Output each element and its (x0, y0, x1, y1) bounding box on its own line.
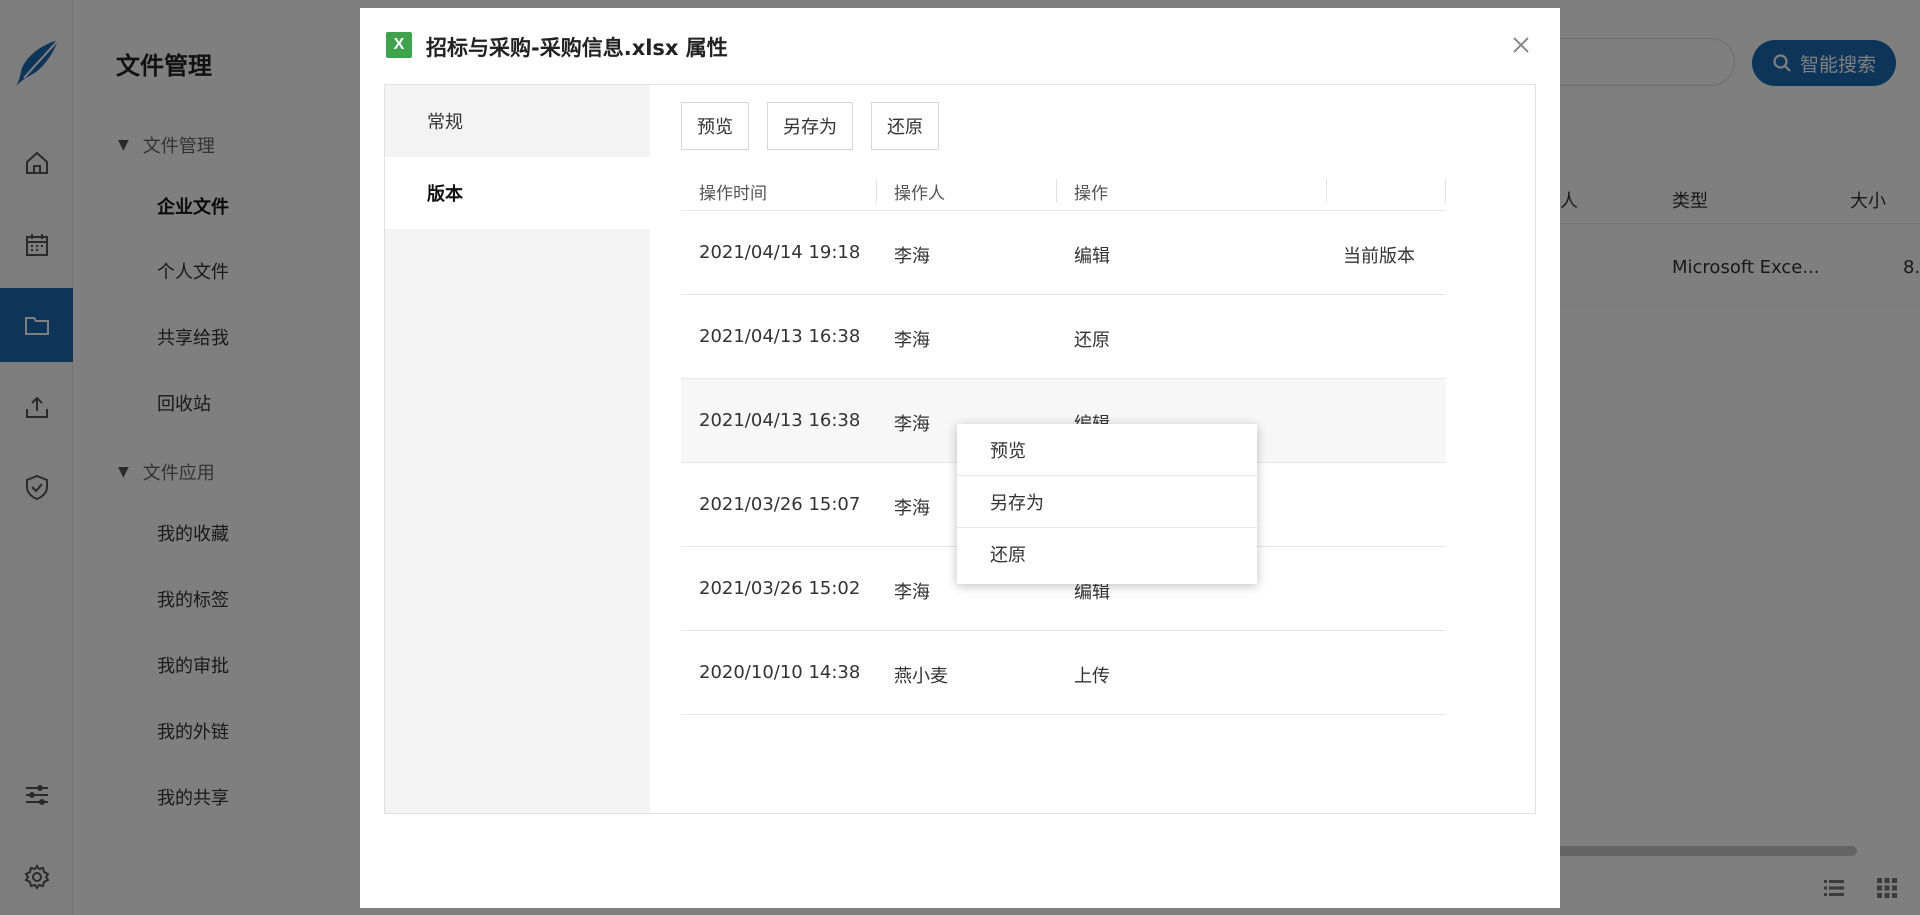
version-user: 李海 (894, 246, 930, 267)
version-time: 2021/04/13 16:38 (699, 326, 861, 347)
table-row[interactable]: 2021/04/14 19:18 李海 编辑 当前版本 (681, 211, 1446, 295)
preview-button[interactable]: 预览 (681, 102, 749, 150)
row-context-menu: 预览 另存为 还原 (957, 424, 1257, 584)
current-version-badge: 当前版本 (1343, 246, 1415, 267)
save-as-button[interactable]: 另存为 (767, 102, 853, 150)
excel-file-icon: X (386, 32, 412, 58)
version-toolbar: 预览 另存为 还原 (681, 102, 939, 150)
version-user: 李海 (894, 414, 930, 435)
context-menu-preview[interactable]: 预览 (957, 424, 1257, 476)
restore-button[interactable]: 还原 (871, 102, 939, 150)
context-menu-restore[interactable]: 还原 (957, 528, 1257, 580)
version-action: 还原 (1074, 330, 1110, 351)
dialog-title: 招标与采购-采购信息.xlsx 属性 (426, 36, 728, 60)
version-time: 2021/04/14 19:18 (699, 242, 861, 263)
version-action: 编辑 (1074, 246, 1110, 267)
column-divider[interactable] (1326, 179, 1327, 203)
column-divider[interactable] (1056, 179, 1057, 203)
tab-general[interactable]: 常规 (385, 85, 650, 157)
column-header-operator: 操作人 (894, 184, 945, 204)
close-button[interactable] (1506, 30, 1536, 60)
close-icon (1513, 37, 1529, 53)
column-divider[interactable] (1445, 179, 1446, 203)
column-header-action: 操作 (1074, 184, 1108, 204)
context-menu-save-as[interactable]: 另存为 (957, 476, 1257, 528)
version-time: 2021/04/13 16:38 (699, 410, 861, 431)
version-user: 燕小麦 (894, 666, 948, 687)
dialog-header: X 招标与采购-采购信息.xlsx 属性 (360, 8, 1560, 84)
version-user: 李海 (894, 498, 930, 519)
version-time: 2020/10/10 14:38 (699, 662, 861, 683)
version-user: 李海 (894, 330, 930, 351)
table-row[interactable]: 2021/04/13 16:38 李海 还原 (681, 295, 1446, 379)
column-divider[interactable] (876, 179, 877, 203)
dialog-side-tabs: 常规 版本 (385, 85, 650, 813)
version-time: 2021/03/26 15:02 (699, 578, 861, 599)
version-action: 上传 (1074, 666, 1110, 687)
table-row[interactable]: 2020/10/10 14:38 燕小麦 上传 (681, 631, 1446, 715)
tab-versions[interactable]: 版本 (385, 157, 650, 229)
column-header-time: 操作时间 (699, 184, 767, 204)
version-user: 李海 (894, 582, 930, 603)
version-table-header: 操作时间 操作人 操作 (681, 169, 1446, 211)
version-time: 2021/03/26 15:07 (699, 494, 861, 515)
